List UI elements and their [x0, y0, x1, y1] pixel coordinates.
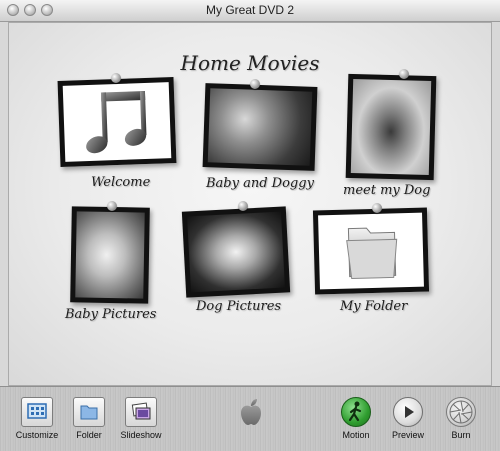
pushpin-icon: [107, 201, 117, 211]
walking-figure-icon: [348, 401, 362, 422]
baby-pictures-label: Baby Pictures: [65, 307, 157, 322]
motion-toggle-button[interactable]: [341, 397, 371, 427]
slideshow-button[interactable]: [125, 397, 157, 427]
baby-and-doggy-label: Baby and Doggy: [206, 176, 314, 191]
folder-icon: [80, 405, 98, 420]
play-icon: [405, 406, 414, 418]
pushpin-icon: [399, 69, 409, 79]
pushpin-icon: [111, 73, 121, 83]
pushpin-icon: [238, 201, 248, 211]
dog-pictures-photo: [187, 211, 285, 293]
folder-button[interactable]: [73, 397, 105, 427]
idvd-window: My Great DVD 2 Home Movies Welcome Baby …: [0, 0, 500, 451]
bottom-toolbar: Customize Folder Slideshow Motion Previe…: [0, 386, 500, 451]
meet-my-dog-photo: [350, 78, 432, 176]
preview-button[interactable]: [393, 397, 423, 427]
slideshow-icon: [131, 402, 151, 420]
baby-pictures-thumbnail-frame: [70, 206, 150, 304]
my-folder-thumbnail-frame: [312, 207, 430, 295]
burn-button[interactable]: [446, 397, 476, 427]
dog-pictures-thumbnail-frame: [181, 206, 291, 298]
dvd-menu-canvas: Home Movies Welcome Baby and Doggy meet …: [8, 22, 492, 386]
slideshow-label: Slideshow: [120, 430, 162, 440]
title-bar: My Great DVD 2: [0, 0, 500, 22]
window-title: My Great DVD 2: [205, 3, 295, 17]
preview-label: Preview: [391, 430, 424, 440]
baby-and-doggy-photo: [207, 88, 313, 166]
baby-pictures-photo: [75, 211, 145, 299]
baby-and-doggy-thumbnail-frame: [202, 83, 318, 171]
customize-label: Customize: [15, 430, 59, 440]
pushpin-icon: [250, 79, 260, 89]
music-notes-icon: [86, 91, 147, 154]
meet-my-dog-thumbnail-frame: [345, 73, 437, 181]
customize-icon: [27, 403, 47, 419]
customize-button[interactable]: [21, 397, 53, 427]
menu-title[interactable]: Home Movies: [9, 51, 491, 75]
dog-pictures-label: Dog Pictures: [196, 299, 282, 314]
welcome-label: Welcome: [91, 175, 151, 190]
welcome-thumbnail-frame: [57, 77, 177, 167]
folder-icon: [346, 227, 398, 280]
burn-aperture-icon: [449, 400, 473, 424]
meet-my-dog-label: meet my Dog: [343, 183, 431, 198]
folder-label: Folder: [76, 430, 102, 440]
apple-logo-icon: [241, 399, 261, 425]
motion-label: Motion: [342, 430, 370, 440]
pushpin-icon: [372, 203, 382, 213]
my-folder-label: My Folder: [340, 299, 408, 314]
burn-label: Burn: [451, 430, 471, 440]
